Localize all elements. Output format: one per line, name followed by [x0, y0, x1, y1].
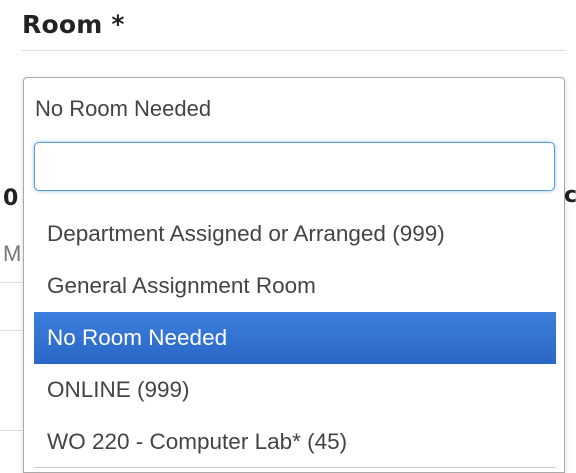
background-text-fragment-left-2: M — [3, 241, 22, 266]
room-options-list: Department Assigned or Arranged (999) Ge… — [34, 208, 556, 468]
room-option[interactable]: Department Assigned or Arranged (999) — [34, 208, 556, 260]
background-divider — [0, 430, 22, 431]
background-divider — [0, 330, 22, 331]
background-text-fragment-right: c — [564, 183, 576, 208]
room-option[interactable]: General Assignment Room — [34, 260, 556, 312]
options-bottom-divider — [34, 467, 556, 468]
room-option[interactable]: WO 220 - Computer Lab* (45) — [34, 416, 556, 468]
room-field-label: Room * — [22, 10, 125, 39]
background-text-fragment-left: 0 — [3, 186, 19, 211]
selected-room-display[interactable]: No Room Needed — [35, 96, 211, 122]
room-option[interactable]: ONLINE (999) — [34, 364, 556, 416]
room-option-selected[interactable]: No Room Needed — [34, 312, 556, 364]
background-divider — [0, 282, 22, 283]
label-divider — [22, 50, 566, 51]
room-search-input[interactable] — [34, 142, 555, 191]
room-dropdown[interactable]: No Room Needed Department Assigned or Ar… — [23, 77, 565, 473]
